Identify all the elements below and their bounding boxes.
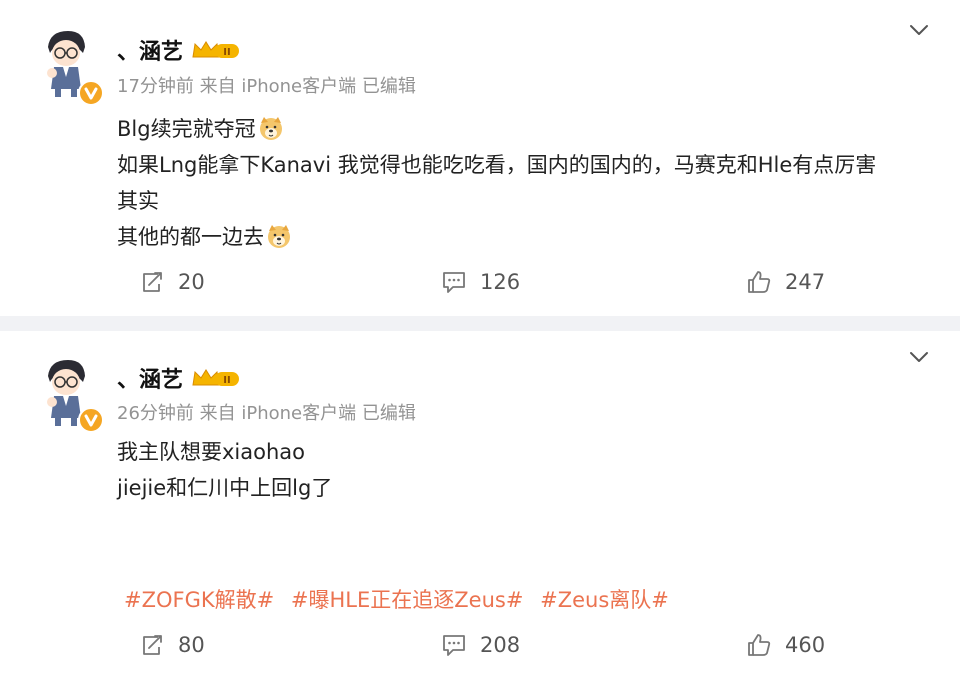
content-text: 如果Lng能拿下Kanavi 我觉得也能吃吃看，国内的国内的，马赛克和Hle有点… [117, 153, 877, 177]
hashtag-link[interactable]: #Zeus离队# [540, 588, 669, 612]
doge-emoji-icon [266, 223, 292, 249]
edited-label[interactable]: 已编辑 [362, 76, 416, 97]
content-line: jiejie和仁川中上回lg了 [117, 470, 937, 506]
hashtag-link[interactable]: #曝HLE正在追逐Zeus# [291, 588, 524, 612]
comment-icon [440, 631, 468, 659]
thumbs-up-icon [745, 631, 773, 659]
verified-badge-icon [78, 80, 104, 106]
post-actions: 80 208 460 [0, 625, 960, 665]
thumbs-up-icon [745, 268, 773, 296]
repost-count: 80 [178, 633, 205, 657]
svg-text:II: II [223, 375, 230, 386]
like-count: 247 [785, 270, 826, 294]
edited-label[interactable]: 已编辑 [362, 403, 416, 424]
content-line: 如果Lng能拿下Kanavi 我觉得也能吃吃看，国内的国内的，马赛克和Hle有点… [117, 147, 937, 183]
post-card: 、涵艺 II 17分钟前 来自 iPhone客户端 已编辑 Blg续完就夺冠 如… [0, 0, 960, 316]
crown-icon[interactable]: II [191, 367, 241, 389]
post-meta: 26分钟前 来自 iPhone客户端 已编辑 [117, 399, 416, 425]
content-line: 其实 [117, 183, 937, 219]
comment-button[interactable]: 126 [440, 262, 520, 302]
doge-emoji-icon [258, 115, 284, 141]
repost-count: 20 [178, 270, 205, 294]
comment-icon [440, 268, 468, 296]
post-meta: 17分钟前 来自 iPhone客户端 已编辑 [117, 72, 416, 98]
content-text: 其实 [117, 189, 159, 213]
post-actions: 20 126 247 [0, 262, 960, 302]
content-line: 其他的都一边去 [117, 219, 937, 255]
chevron-down-icon[interactable] [908, 349, 930, 365]
post-source: 来自 iPhone客户端 [199, 76, 357, 97]
content-line: Blg续完就夺冠 [117, 111, 937, 147]
comment-count: 126 [480, 270, 521, 294]
content-text: 我主队想要xiaohao [117, 440, 306, 464]
verified-badge-icon [78, 407, 104, 433]
username[interactable]: 、涵艺 II [117, 362, 241, 394]
content-text: jiejie和仁川中上回lg了 [117, 476, 333, 500]
like-button[interactable]: 247 [745, 262, 825, 302]
comment-count: 208 [480, 633, 521, 657]
post-time[interactable]: 17分钟前 [117, 76, 194, 97]
username-text[interactable]: 、涵艺 [117, 34, 183, 66]
repost-icon [138, 268, 166, 296]
hashtag-list: #ZOFGK解散# #曝HLE正在追逐Zeus# #Zeus离队# [124, 584, 679, 614]
repost-button[interactable]: 20 [138, 262, 205, 302]
comment-button[interactable]: 208 [440, 625, 520, 665]
repost-icon [138, 631, 166, 659]
content-text: 其他的都一边去 [117, 225, 264, 249]
repost-button[interactable]: 80 [138, 625, 205, 665]
content-text: Blg续完就夺冠 [117, 117, 256, 141]
post-time[interactable]: 26分钟前 [117, 403, 194, 424]
content-line: 我主队想要xiaohao [117, 434, 937, 470]
post-divider [0, 316, 960, 331]
hashtag-link[interactable]: #ZOFGK解散# [124, 588, 274, 612]
username-text[interactable]: 、涵艺 [117, 362, 183, 394]
chevron-down-icon[interactable] [908, 22, 930, 38]
crown-icon[interactable]: II [191, 39, 241, 61]
post-source: 来自 iPhone客户端 [199, 403, 357, 424]
like-button[interactable]: 460 [745, 625, 825, 665]
post-content: 我主队想要xiaohao jiejie和仁川中上回lg了 [117, 434, 937, 506]
like-count: 460 [785, 633, 826, 657]
username[interactable]: 、涵艺 II [117, 34, 241, 66]
svg-text:II: II [223, 47, 230, 58]
post-content: Blg续完就夺冠 如果Lng能拿下Kanavi 我觉得也能吃吃看，国内的国内的，… [117, 111, 937, 255]
